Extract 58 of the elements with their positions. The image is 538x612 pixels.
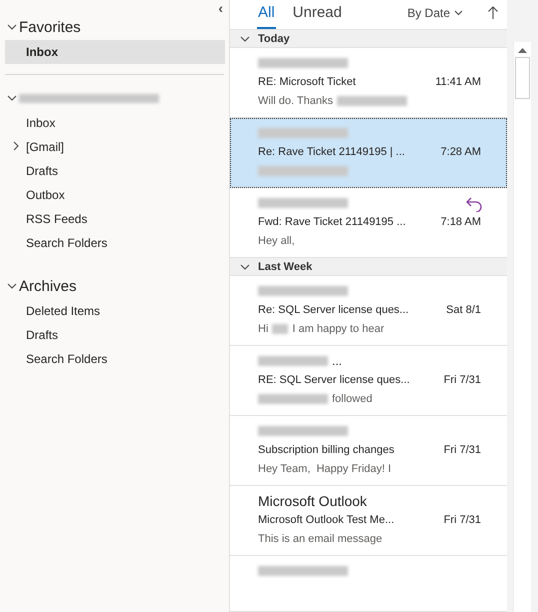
folder-item[interactable]: Search Folders <box>5 347 225 371</box>
group-title: Last Week <box>258 260 312 273</box>
message-preview: I am happy to hear <box>292 323 384 336</box>
folder-item[interactable]: RSS Feeds <box>5 207 225 231</box>
message-subject: Subscription billing changes <box>258 444 394 456</box>
folder-item[interactable]: Inbox <box>5 111 225 135</box>
folder-item[interactable]: Deleted Items <box>5 299 225 323</box>
chevron-down-icon[interactable] <box>240 262 250 272</box>
blurred-text <box>337 96 407 106</box>
message-time: Fri 7/31 <box>444 374 481 386</box>
group-header[interactable]: Last Week <box>230 258 507 276</box>
message-time: Fri 7/31 <box>444 444 481 456</box>
section-title[interactable]: Archives <box>19 278 77 294</box>
message-subject: Re: Rave Ticket 21149195 | ... <box>258 146 405 158</box>
blurred-text <box>272 324 288 334</box>
folder-item[interactable]: Inbox <box>5 40 225 64</box>
message-preview: Hey all, <box>258 235 295 248</box>
chevron-down-icon <box>454 10 463 16</box>
folder-item[interactable]: Outbox <box>5 183 225 207</box>
sender-name: ... <box>332 354 342 368</box>
sort-arrow-icon[interactable] <box>487 6 499 20</box>
chevron-down-icon[interactable] <box>7 93 17 103</box>
folder-item[interactable]: Search Folders <box>5 231 225 255</box>
message-time: Fri 7/31 <box>444 514 481 526</box>
message-time: 7:18 AM <box>440 216 481 228</box>
group-title: Today <box>258 32 290 45</box>
message-preview: Hi <box>258 323 268 336</box>
scrollbar-thumb[interactable] <box>515 57 530 99</box>
message-time: Sat 8/1 <box>446 304 481 316</box>
message-preview: Will do. Thanks <box>258 95 333 108</box>
message-preview: Hey Team, Happy Friday! I <box>258 463 392 476</box>
message-subject: Fwd: Rave Ticket 21149195 ... <box>258 216 406 228</box>
blurred-text <box>258 356 328 366</box>
message-subject: Microsoft Outlook Test Me... <box>258 514 394 526</box>
section-title[interactable]: Favorites <box>19 18 81 36</box>
chevron-down-icon[interactable] <box>7 22 17 32</box>
sender-name: Microsoft Outlook <box>258 493 367 510</box>
chevron-right-icon[interactable] <box>11 141 21 151</box>
message-subject: Re: SQL Server license ques... <box>258 304 409 316</box>
collapse-glyph[interactable]: ‹ <box>218 2 223 14</box>
message-item[interactable]: Re: Rave Ticket 21149195 | ... 7:28 AM <box>230 118 507 188</box>
filter-tab[interactable]: Unread <box>292 4 343 30</box>
message-time: 7:28 AM <box>440 146 481 158</box>
message-subject: RE: Microsoft Ticket <box>258 76 356 88</box>
folder-item[interactable]: Drafts <box>5 159 225 183</box>
folder-item[interactable]: [Gmail] <box>5 135 225 159</box>
scrollbar[interactable] <box>513 42 531 612</box>
message-preview: followed <box>332 393 372 406</box>
message-subject: RE: SQL Server license ques... <box>258 374 410 386</box>
message-time: 11:41 AM <box>435 76 481 88</box>
message-preview: This is an email message <box>258 533 382 546</box>
sort-button[interactable]: By Date <box>407 6 463 30</box>
scroll-up-icon <box>518 47 527 53</box>
chevron-down-icon[interactable] <box>240 34 250 44</box>
chevron-down-icon[interactable] <box>7 281 17 291</box>
folder-item[interactable]: Drafts <box>5 323 225 347</box>
group-header[interactable]: Today <box>230 30 507 48</box>
blurred-text <box>258 394 328 404</box>
